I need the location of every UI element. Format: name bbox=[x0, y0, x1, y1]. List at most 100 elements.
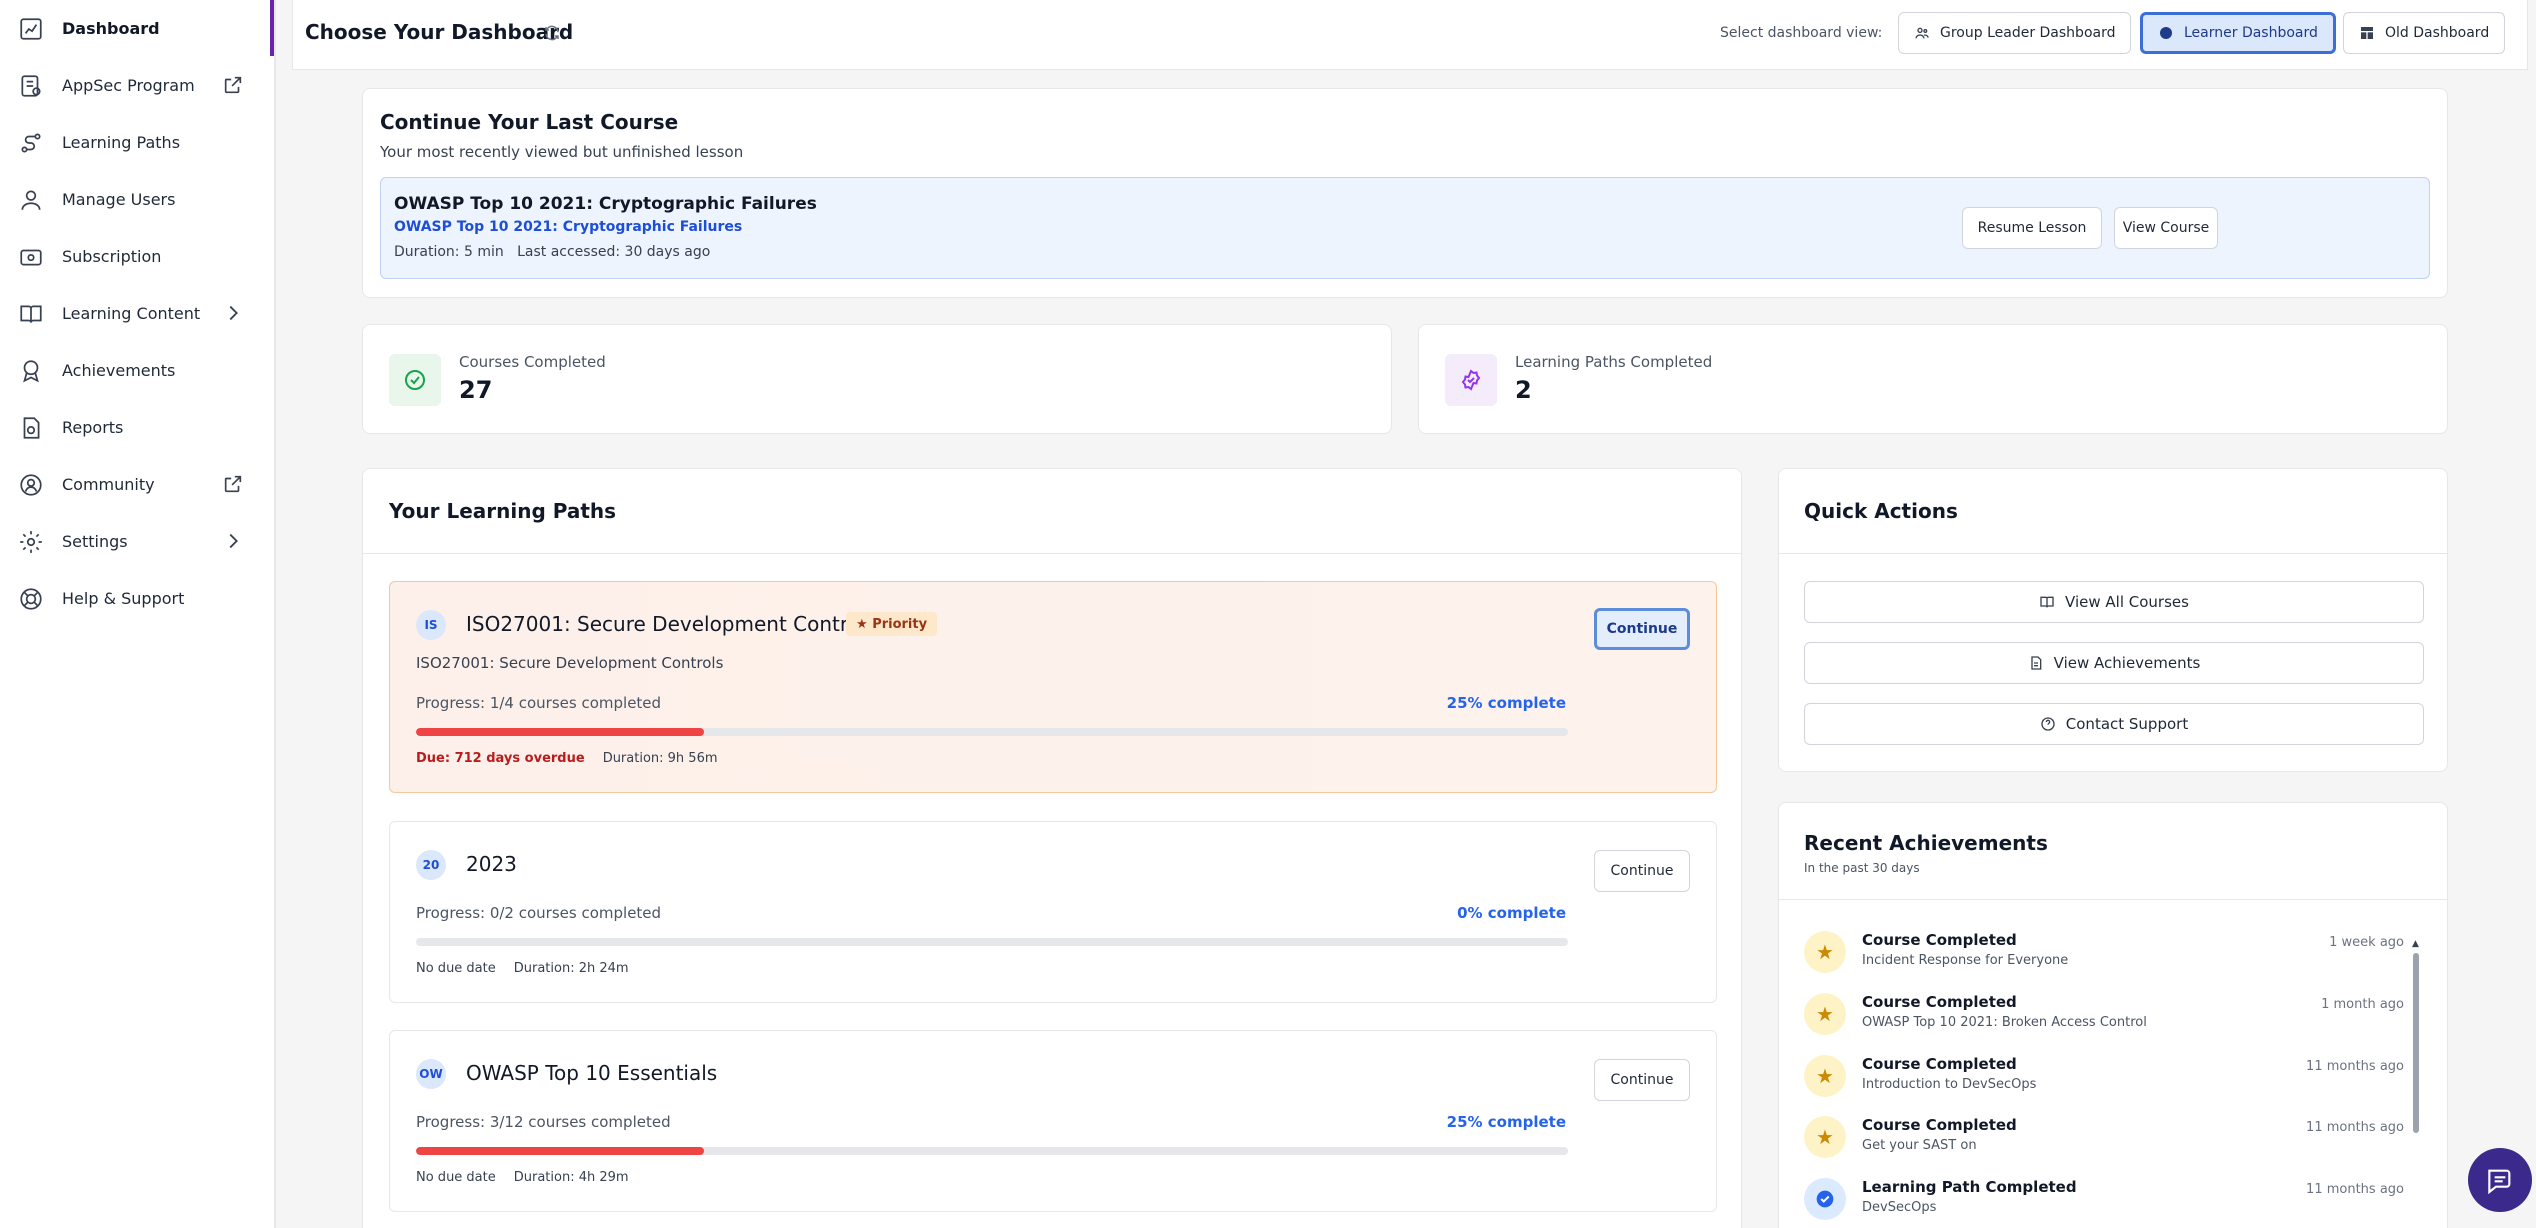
progress-text: Progress: 3/12 courses completed bbox=[416, 1113, 671, 1131]
priority-badge: ★ Priority bbox=[846, 612, 938, 636]
path-name[interactable]: ISO27001: Secure Development Controls bbox=[466, 612, 876, 636]
continue-button[interactable]: Continue bbox=[1594, 608, 1690, 650]
active-indicator bbox=[270, 0, 274, 56]
learner-icon bbox=[2158, 25, 2174, 41]
view-achievements-button[interactable]: View Achievements bbox=[1804, 642, 2424, 684]
contact-support-button[interactable]: Contact Support bbox=[1804, 703, 2424, 745]
sidebar-item-learning-content[interactable]: Learning Content bbox=[0, 285, 270, 342]
sidebar-item-label: Learning Paths bbox=[62, 133, 181, 152]
scroll-up-icon[interactable]: ▲ bbox=[2412, 939, 2419, 949]
star-icon: ★ bbox=[1804, 993, 1846, 1035]
path-badge: IS bbox=[416, 610, 446, 640]
achievement-title: Course Completed bbox=[1862, 931, 2017, 949]
achievement-item: ★ Course Completed Get your SAST on 11 m… bbox=[1804, 1114, 2404, 1174]
percent-complete: 0% complete bbox=[1457, 904, 1566, 922]
due-date: Due: 712 days overdue bbox=[416, 751, 585, 766]
section-title: Quick Actions bbox=[1804, 499, 1958, 523]
sidebar-item-label: Subscription bbox=[62, 247, 162, 266]
chat-support-button[interactable] bbox=[2468, 1148, 2532, 1212]
achievement-item: ★ Course Completed Incident Response for… bbox=[1804, 929, 2404, 989]
lesson-meta: Duration: 5 min Last accessed: 30 days a… bbox=[394, 244, 711, 260]
external-link-icon bbox=[222, 74, 244, 96]
achievement-time: 11 months ago bbox=[2306, 1059, 2404, 1074]
section-subtitle: Your most recently viewed but unfinished… bbox=[380, 143, 744, 161]
check-circle-icon bbox=[389, 354, 441, 406]
chat-icon bbox=[2484, 1164, 2516, 1196]
button-label: View All Courses bbox=[2065, 593, 2189, 611]
learning-path-item: OW OWASP Top 10 Essentials Progress: 3/1… bbox=[389, 1030, 1717, 1212]
button-label: View Achievements bbox=[2053, 654, 2201, 672]
view-all-courses-button[interactable]: View All Courses bbox=[1804, 581, 2424, 623]
sidebar-item-appsec-program[interactable]: AppSec Program bbox=[0, 57, 270, 114]
sidebar-item-label: Manage Users bbox=[62, 190, 176, 209]
check-circle-icon bbox=[1804, 1178, 1846, 1220]
progress-text: Progress: 0/2 courses completed bbox=[416, 904, 662, 922]
priority-label: Priority bbox=[872, 616, 928, 632]
learner-dashboard-button[interactable]: Learner Dashboard bbox=[2140, 12, 2336, 54]
path-meta: No due date Duration: 4h 29m bbox=[416, 1170, 629, 1185]
sidebar-item-subscription[interactable]: Subscription bbox=[0, 228, 270, 285]
continue-button[interactable]: Continue bbox=[1594, 1059, 1690, 1101]
group-leader-dashboard-button[interactable]: Group Leader Dashboard bbox=[1898, 12, 2132, 54]
scrollbar-thumb[interactable] bbox=[2413, 953, 2419, 1133]
course-link[interactable]: OWASP Top 10 2021: Cryptographic Failure… bbox=[394, 219, 742, 235]
achievement-item: ★ Course Completed Introduction to DevSe… bbox=[1804, 1053, 2404, 1113]
subscription-icon bbox=[18, 244, 44, 270]
resume-lesson-button[interactable]: Resume Lesson bbox=[1962, 207, 2102, 249]
duration: Duration: 4h 29m bbox=[513, 1170, 629, 1185]
path-description: ISO27001: Secure Development Controls bbox=[416, 654, 724, 672]
sidebar-item-learning-paths[interactable]: Learning Paths bbox=[0, 114, 270, 171]
progress-bar bbox=[416, 728, 1568, 736]
path-badge: OW bbox=[416, 1059, 446, 1089]
sidebar-item-label: Dashboard bbox=[62, 19, 160, 38]
button-label: Contact Support bbox=[2065, 715, 2189, 733]
achievement-item: Learning Path Completed DevSecOps 11 mon… bbox=[1804, 1176, 2404, 1228]
duration: Duration: 2h 24m bbox=[513, 961, 629, 976]
layout-icon bbox=[2359, 25, 2375, 41]
sidebar-item-label: Achievements bbox=[62, 361, 176, 380]
path-name[interactable]: 2023 bbox=[466, 852, 517, 876]
path-meta: No due date Duration: 2h 24m bbox=[416, 961, 629, 976]
dashboard-header: Choose Your Dashboard Select dashboard v… bbox=[292, 0, 2528, 70]
sidebar-item-dashboard[interactable]: Dashboard bbox=[0, 0, 270, 57]
users-icon bbox=[18, 187, 44, 213]
community-icon bbox=[18, 472, 44, 498]
divider bbox=[1779, 899, 2447, 900]
button-label: Learner Dashboard bbox=[2184, 25, 2318, 41]
star-icon: ★ bbox=[1804, 1055, 1846, 1097]
due-date: No due date bbox=[416, 961, 496, 976]
sidebar-item-help-support[interactable]: Help & Support bbox=[0, 570, 270, 627]
sidebar-item-community[interactable]: Community bbox=[0, 456, 270, 513]
due-date: No due date bbox=[416, 1170, 496, 1185]
achievement-time: 1 month ago bbox=[2321, 997, 2404, 1012]
sidebar-item-settings[interactable]: Settings bbox=[0, 513, 270, 570]
achievement-detail: Incident Response for Everyone bbox=[1862, 953, 2069, 968]
view-select-label: Select dashboard view: bbox=[1720, 25, 1883, 41]
star-icon: ★ bbox=[1804, 1116, 1846, 1158]
chevron-right-icon bbox=[222, 302, 244, 324]
external-link-icon bbox=[222, 473, 244, 495]
learning-paths-card: Your Learning Paths IS ISO27001: Secure … bbox=[362, 468, 1742, 1228]
sidebar-item-achievements[interactable]: Achievements bbox=[0, 342, 270, 399]
paths-icon bbox=[18, 130, 44, 156]
refresh-icon[interactable] bbox=[543, 24, 561, 42]
sidebar-item-label: AppSec Program bbox=[62, 76, 195, 95]
sidebar: Dashboard AppSec Program Learning Paths … bbox=[0, 0, 276, 1228]
achievement-title: Learning Path Completed bbox=[1862, 1178, 2077, 1196]
dashboard-icon bbox=[18, 16, 44, 42]
achievements-scrollbar[interactable]: ▲ bbox=[2412, 939, 2420, 1228]
chevron-right-icon bbox=[222, 530, 244, 552]
stat-label: Learning Paths Completed bbox=[1515, 353, 1713, 371]
sidebar-item-manage-users[interactable]: Manage Users bbox=[0, 171, 270, 228]
learning-paths-completed-card: Learning Paths Completed 2 bbox=[1418, 324, 2448, 434]
path-name[interactable]: OWASP Top 10 Essentials bbox=[466, 1061, 717, 1085]
progress-text: Progress: 1/4 courses completed bbox=[416, 694, 662, 712]
path-meta: Due: 712 days overdue Duration: 9h 56m bbox=[416, 751, 718, 766]
sidebar-item-reports[interactable]: Reports bbox=[0, 399, 270, 456]
achievement-detail: DevSecOps bbox=[1862, 1200, 1937, 1215]
star-icon: ★ bbox=[1804, 931, 1846, 973]
continue-button[interactable]: Continue bbox=[1594, 850, 1690, 892]
old-dashboard-button[interactable]: Old Dashboard bbox=[2343, 12, 2506, 54]
view-course-button[interactable]: View Course bbox=[2114, 207, 2218, 249]
learning-path-item: IS ISO27001: Secure Development Controls… bbox=[389, 581, 1717, 793]
